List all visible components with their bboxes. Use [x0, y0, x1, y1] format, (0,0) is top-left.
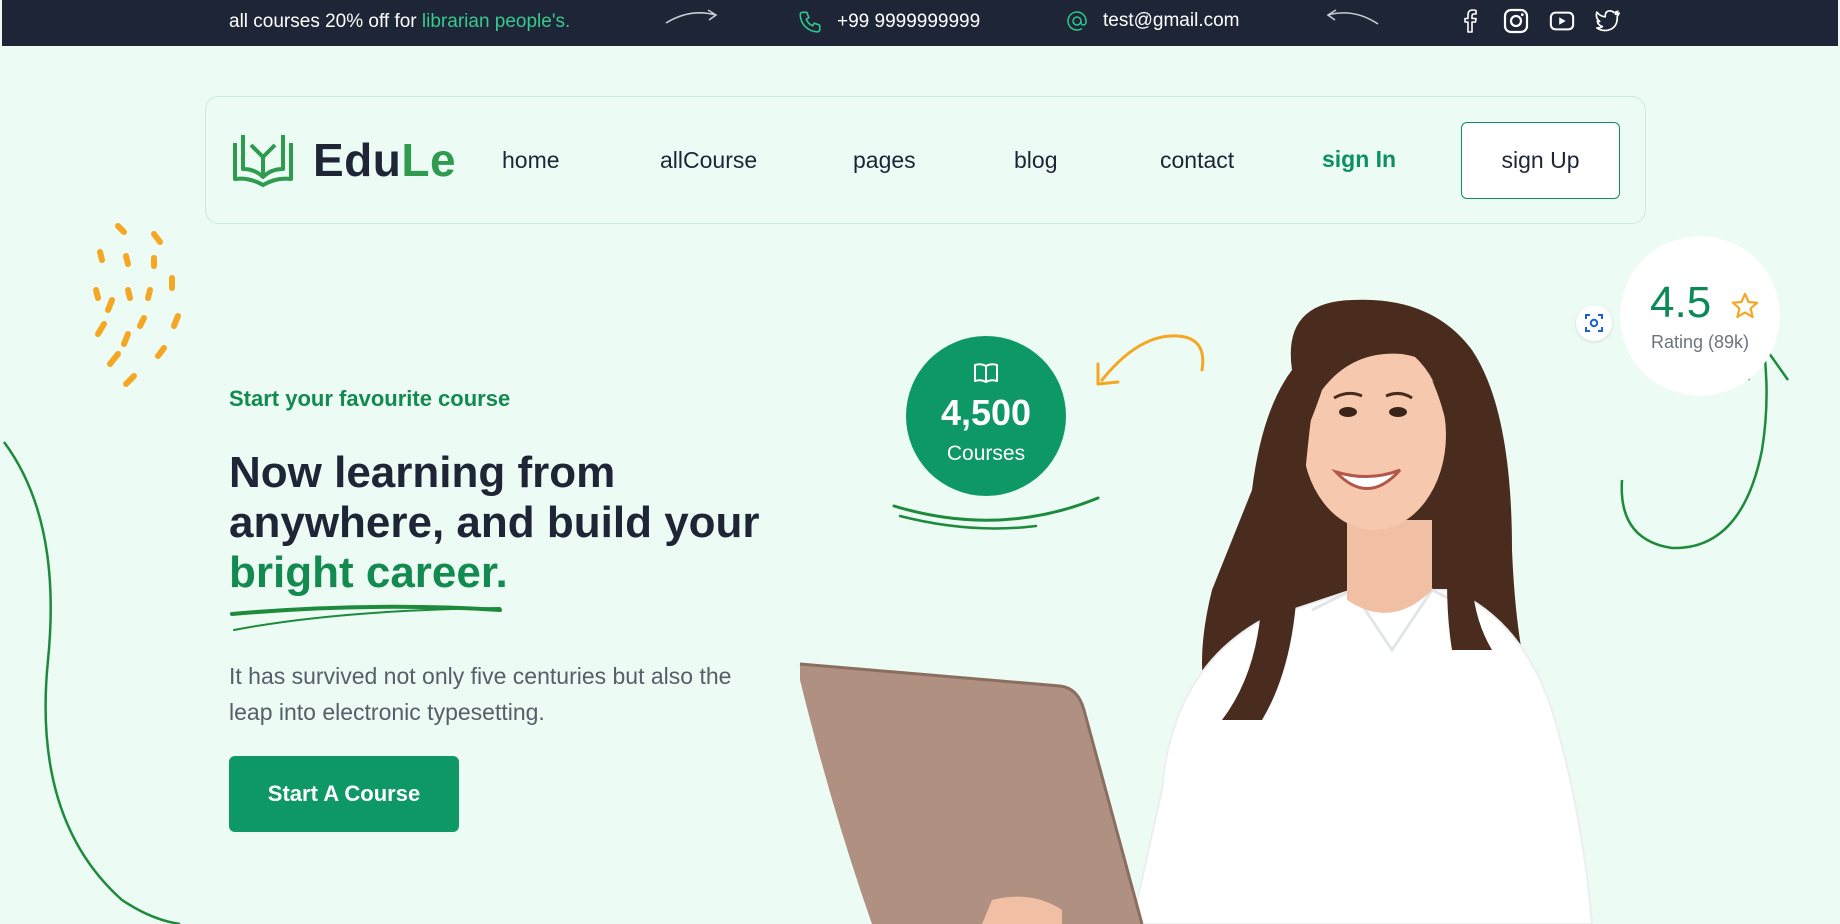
page: all courses 20% off for librarian people…: [2, 0, 1838, 924]
nav-link-allcourse[interactable]: allCourse: [660, 147, 757, 174]
logo-text: EduLe: [313, 133, 456, 187]
sign-in-link[interactable]: sign In: [1322, 146, 1396, 173]
nav-link-blog[interactable]: blog: [1014, 147, 1057, 174]
courses-label: Courses: [946, 442, 1026, 465]
headline-line-2: anywhere, and build your: [229, 498, 760, 547]
arrow-right-decoration: [665, 9, 718, 24]
at-icon: [1067, 11, 1087, 31]
contact-phone[interactable]: +99 9999999999: [797, 9, 980, 35]
logo[interactable]: EduLe: [231, 131, 456, 189]
headline-accent: bright career.: [229, 548, 508, 597]
open-book-logo-icon: [233, 135, 293, 187]
scan-icon: [1585, 314, 1603, 332]
top-bar: all courses 20% off for librarian people…: [2, 0, 1838, 46]
promo-text: all courses 20% off for librarian people…: [229, 11, 570, 33]
book-icon: [974, 363, 998, 383]
instagram-icon[interactable]: [1503, 8, 1529, 34]
curve-left-decoration: [2, 441, 181, 924]
phone-number: +99 9999999999: [837, 11, 981, 32]
logo-part-1: Edu: [313, 134, 402, 186]
rating-value: 4.5: [1650, 278, 1712, 327]
nav-link-home[interactable]: home: [502, 147, 560, 174]
youtube-icon[interactable]: [1549, 8, 1575, 34]
phone-icon: [799, 11, 821, 33]
hero-headline: Now learning from anywhere, and build yo…: [229, 448, 789, 598]
star-icon: [1731, 292, 1759, 319]
promo-highlight: librarian people's.: [421, 11, 571, 32]
rating-label: Rating (89k): [1650, 332, 1750, 352]
dashes-decoration: [93, 223, 181, 387]
nav-link-contact[interactable]: contact: [1160, 147, 1234, 174]
headline-underline-decoration: [230, 604, 502, 631]
hero-eyebrow: Start your favourite course: [229, 386, 511, 411]
logo-part-2: Le: [401, 134, 457, 186]
email-address: test@gmail.com: [1103, 10, 1240, 31]
promo-prefix: all courses 20% off for: [229, 11, 422, 32]
twitter-icon[interactable]: [1595, 8, 1621, 34]
hero-description: It has survived not only five centuries …: [229, 663, 732, 725]
main-nav: EduLe home allCourse pages blog contact …: [205, 96, 1646, 224]
arrow-left-decoration: [1326, 9, 1379, 25]
social-links: [1457, 8, 1621, 34]
courses-badge: 4,500 Courses: [906, 336, 1066, 496]
start-course-button[interactable]: Start A Course: [229, 756, 459, 832]
courses-count: 4,500: [940, 392, 1032, 433]
facebook-icon[interactable]: [1457, 8, 1483, 34]
rating-badge: 4.5 Rating (89k): [1620, 236, 1780, 396]
headline-line-1: Now learning from: [229, 448, 616, 497]
scan-button[interactable]: [1576, 305, 1612, 341]
contact-email[interactable]: test@gmail.com: [1065, 9, 1240, 33]
nav-link-pages[interactable]: pages: [853, 147, 916, 174]
sign-up-button[interactable]: sign Up: [1461, 122, 1620, 199]
